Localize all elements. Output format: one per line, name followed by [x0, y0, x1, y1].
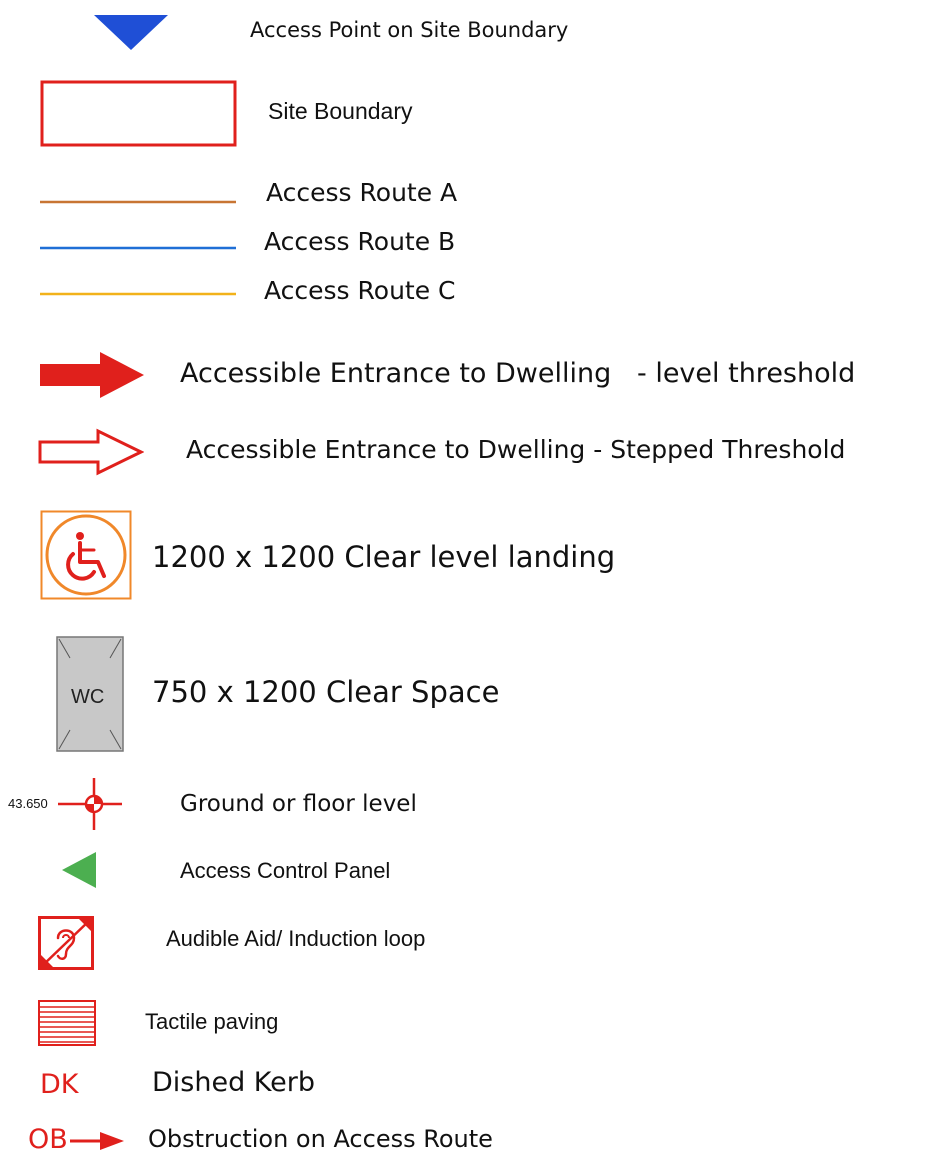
solid-arrow-icon: [40, 352, 144, 398]
route-c-label: Access Route C: [264, 276, 456, 305]
ob-symbol: OB: [28, 1124, 68, 1155]
tactile-label: Tactile paving: [145, 1009, 279, 1034]
control-panel-triangle-icon: [62, 852, 96, 888]
tactile-paving-icon: [38, 1000, 96, 1046]
dk-symbol: DK: [40, 1069, 79, 1100]
clear-space-label: 750 x 1200 Clear Space: [152, 675, 500, 709]
level-marker-icon: [58, 778, 122, 830]
outline-arrow-icon: [38, 428, 144, 476]
entrance-stepped-label: Accessible Entrance to Dwelling - Steppe…: [186, 435, 846, 464]
access-point-label: Access Point on Site Boundary: [250, 18, 569, 42]
landing-label: 1200 x 1200 Clear level landing: [152, 540, 616, 574]
ob-arrow-icon: [70, 1132, 124, 1150]
route-b-line-icon: [40, 246, 236, 250]
site-boundary-rect-icon: [40, 80, 237, 147]
route-a-line-icon: [40, 200, 236, 204]
control-panel-label: Access Control Panel: [180, 858, 391, 883]
route-a-label: Access Route A: [266, 178, 458, 207]
floor-level-value: 43.650: [8, 796, 48, 811]
obstruction-label: Obstruction on Access Route: [148, 1125, 493, 1153]
access-point-triangle-icon: [94, 15, 168, 50]
dished-kerb-label: Dished Kerb: [152, 1067, 316, 1098]
wheelchair-icon: [40, 510, 132, 600]
floor-level-label: Ground or floor level: [180, 791, 417, 817]
hearing-loop-icon: [38, 916, 94, 970]
wc-text: WC: [71, 686, 105, 708]
entrance-level-label: Accessible Entrance to Dwelling - level …: [180, 358, 856, 389]
site-boundary-label: Site Boundary: [268, 98, 413, 124]
audible-aid-label: Audible Aid/ Induction loop: [166, 926, 426, 951]
route-c-line-icon: [40, 292, 236, 296]
route-b-label: Access Route B: [264, 227, 456, 256]
